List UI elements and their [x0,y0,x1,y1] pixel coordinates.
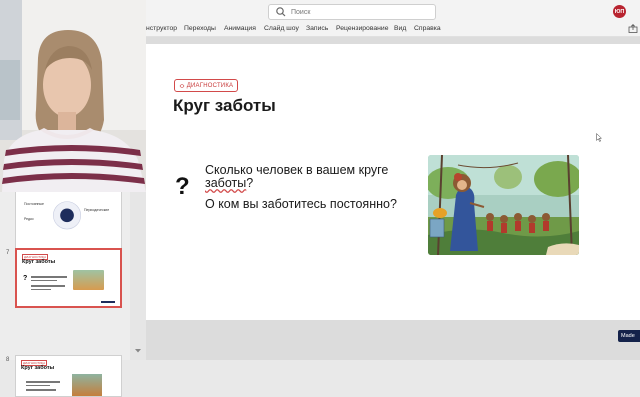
monkeys-illustration [428,155,579,255]
question-1-text: Сколько человек в вашем круге [205,163,389,177]
search-placeholder: Поиск [291,8,311,16]
thumb8-illustration [72,374,102,396]
thumb7-title: Круг заботы [22,259,56,265]
slide-thumbnail-8[interactable]: ДИАГНОСТИКА Круг заботы [15,355,122,397]
menu-item-transitions[interactable]: Переходы [184,25,216,32]
question-mark: ? [175,173,190,200]
mouse-cursor-icon [596,133,602,142]
question-2: О ком вы заботитесь постоянно? [205,197,397,211]
thumb7-text-lines [31,274,69,292]
avatar[interactable]: ЮП [613,5,626,18]
menu-item-slideshow[interactable]: Слайд шоу [264,25,299,32]
thumb7-illustration [73,270,104,290]
webcam-video [0,0,146,192]
menu-item-view[interactable]: Вид [394,25,406,32]
slide-number-8: 8 [6,357,10,363]
menu-item-animation[interactable]: Анимация [224,25,256,32]
badge-label: ДИАГНОСТИКА [186,82,234,89]
slide6-line-3: Редко [24,217,34,221]
slide6-line-1: Постоянные [24,202,44,206]
thumb8-title: Круг заботы [21,365,55,371]
scroll-down-icon[interactable] [134,348,142,354]
menu-item-designer[interactable]: нструктор [146,25,177,32]
question-1-end: ? [246,176,254,190]
question-1: Сколько человек в вашем круге заботы? [205,164,400,190]
thumb8-text-lines [26,379,66,393]
thumb7-qmark: ? [23,275,28,282]
presenter-video-image [0,0,146,192]
search-box[interactable]: Поиск [268,4,436,20]
question-1-underlined: заботы [205,176,247,190]
diagnostics-badge: ДИАГНОСТИКА [174,79,238,92]
menu-item-review[interactable]: Рецензирование [336,25,388,32]
slide-title: Круг заботы [173,96,276,115]
slide6-line-2: Периодические [84,208,110,212]
made-watermark: Made [618,330,640,342]
search-icon [276,7,286,17]
slide-number-7: 7 [6,250,10,256]
share-icon[interactable] [628,24,638,33]
menu-item-record[interactable]: Запись [306,25,328,32]
menu-item-help[interactable]: Справка [414,25,441,32]
slide-thumbnail-7[interactable]: ДИАГНОСТИКА Круг заботы ? [15,248,122,308]
diagnostics-icon [179,83,185,88]
thumb7-footer-bar [101,301,115,303]
